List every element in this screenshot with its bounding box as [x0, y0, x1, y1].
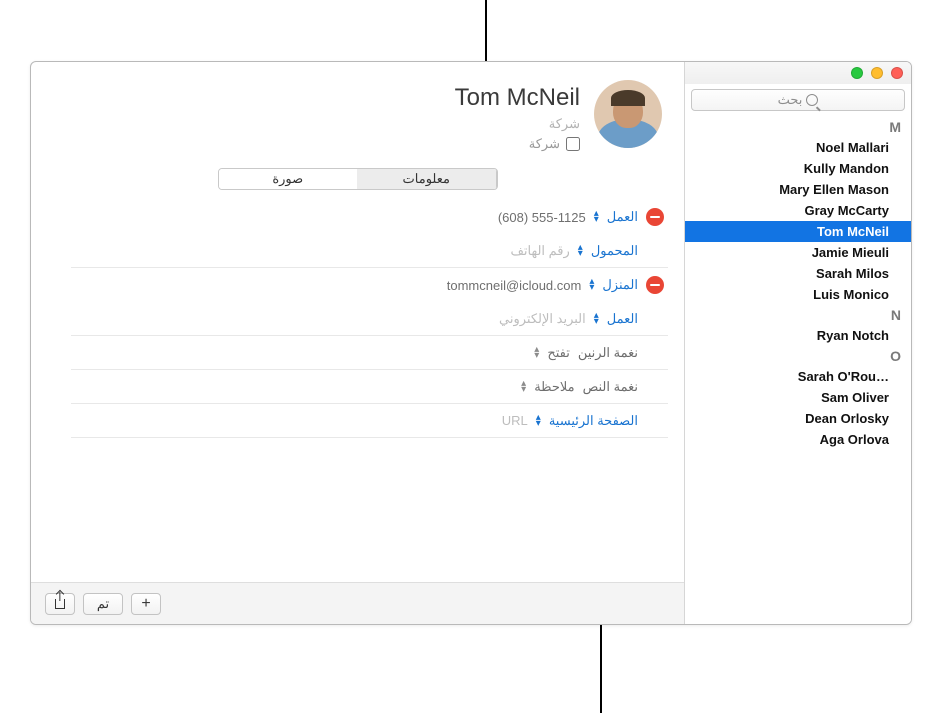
chevrons-icon: ▴▾ [521, 381, 526, 393]
contact-row[interactable]: Sarah Milos [685, 263, 911, 284]
ringtone-row: ▴▾ تفتح نغمة الرنين [71, 336, 668, 370]
url-placeholder[interactable]: URL [502, 413, 528, 428]
company-checkbox[interactable] [566, 137, 580, 151]
fields-list: (608) 555-1125 ▴▾ العمل رقم الهاتف ▴▾ ال… [31, 200, 684, 582]
contact-row[interactable]: Gray McCarty [685, 200, 911, 221]
contact-row[interactable]: Ryan Notch [685, 325, 911, 346]
contact-name[interactable]: Tom McNeil [455, 84, 580, 112]
info-photo-tabs: صورة معلومات [218, 168, 498, 190]
callout-line-bottom [600, 625, 602, 713]
email-work-row: البريد الإلكتروني ▴▾ العمل [71, 302, 668, 336]
tab-info[interactable]: معلومات [357, 169, 497, 189]
phone-work-row: (608) 555-1125 ▴▾ العمل [71, 200, 668, 234]
email-home-row: tommcneil@icloud.com ▴▾ المنزل [71, 268, 668, 302]
email-home-label[interactable]: المنزل [602, 277, 638, 293]
ringtone-label: نغمة الرنين [578, 345, 638, 361]
traffic-maximize-button[interactable] [851, 67, 863, 79]
chevrons-icon: ▴▾ [536, 415, 541, 427]
section-letter: N [685, 305, 911, 325]
share-icon [55, 599, 65, 609]
contacts-window: Tom McNeil شركة شركة صورة معلومات (608) … [30, 61, 912, 625]
phone-work-label[interactable]: العمل [607, 209, 638, 225]
phone-mobile-row: رقم الهاتف ▴▾ المحمول [71, 234, 668, 268]
company-field[interactable]: شركة [455, 116, 580, 132]
texttone-row: ▴▾ ملاحظة نغمة النص [71, 370, 668, 404]
email-home-value[interactable]: tommcneil@icloud.com [447, 278, 582, 293]
email-work-placeholder[interactable]: البريد الإلكتروني [499, 311, 586, 327]
chevrons-icon: ▴▾ [589, 279, 594, 291]
done-button[interactable]: تم [83, 593, 123, 615]
contact-row[interactable]: Noel Mallari [685, 137, 911, 158]
share-button[interactable] [45, 593, 75, 615]
footer-toolbar: تم + [31, 582, 684, 624]
contact-row[interactable]: Tom McNeil [685, 221, 911, 242]
traffic-minimize-button[interactable] [871, 67, 883, 79]
chevrons-icon: ▴▾ [594, 211, 599, 223]
contact-row[interactable]: Sarah O'Rou… [685, 366, 911, 387]
sidebar: بحث MNoel MallariKully MandonMary Ellen … [684, 62, 911, 624]
add-button[interactable]: + [131, 593, 161, 615]
contact-row[interactable]: Mary Ellen Mason [685, 179, 911, 200]
remove-email-home-button[interactable] [646, 276, 664, 294]
company-checkbox-label: شركة [529, 136, 560, 152]
url-label[interactable]: الصفحة الرئيسية [549, 413, 638, 429]
search-icon [806, 94, 818, 106]
section-letter: O [685, 346, 911, 366]
section-letter: M [685, 117, 911, 137]
chevrons-icon: ▴▾ [594, 313, 599, 325]
texttone-value[interactable]: ملاحظة [534, 379, 574, 395]
phone-work-value[interactable]: (608) 555-1125 [498, 210, 586, 225]
callout-line-top [485, 0, 487, 61]
contact-row[interactable]: Sam Oliver [685, 387, 911, 408]
contact-row[interactable]: Aga Orlova [685, 429, 911, 450]
contact-row[interactable]: Luis Monico [685, 284, 911, 305]
texttone-label: نغمة النص [583, 379, 638, 395]
tab-photo[interactable]: صورة [219, 169, 358, 189]
url-row: URL ▴▾ الصفحة الرئيسية [71, 404, 668, 438]
contact-row[interactable]: Kully Mandon [685, 158, 911, 179]
titlebar [685, 62, 911, 84]
email-work-label[interactable]: العمل [607, 311, 638, 327]
contact-header: Tom McNeil شركة شركة [31, 62, 684, 158]
avatar[interactable] [594, 80, 662, 148]
traffic-close-button[interactable] [891, 67, 903, 79]
contact-detail-pane: Tom McNeil شركة شركة صورة معلومات (608) … [31, 62, 684, 624]
chevrons-icon: ▴▾ [578, 245, 583, 257]
search-input[interactable]: بحث [691, 89, 905, 111]
search-placeholder: بحث [778, 92, 803, 108]
contact-row[interactable]: Jamie Mieuli [685, 242, 911, 263]
contact-row[interactable]: Dean Orlosky [685, 408, 911, 429]
ringtone-value[interactable]: تفتح [547, 345, 570, 361]
phone-mobile-label[interactable]: المحمول [591, 243, 638, 259]
phone-mobile-placeholder[interactable]: رقم الهاتف [510, 243, 569, 259]
contacts-list[interactable]: MNoel MallariKully MandonMary Ellen Maso… [685, 117, 911, 624]
remove-phone-work-button[interactable] [646, 208, 664, 226]
chevrons-icon: ▴▾ [534, 347, 539, 359]
